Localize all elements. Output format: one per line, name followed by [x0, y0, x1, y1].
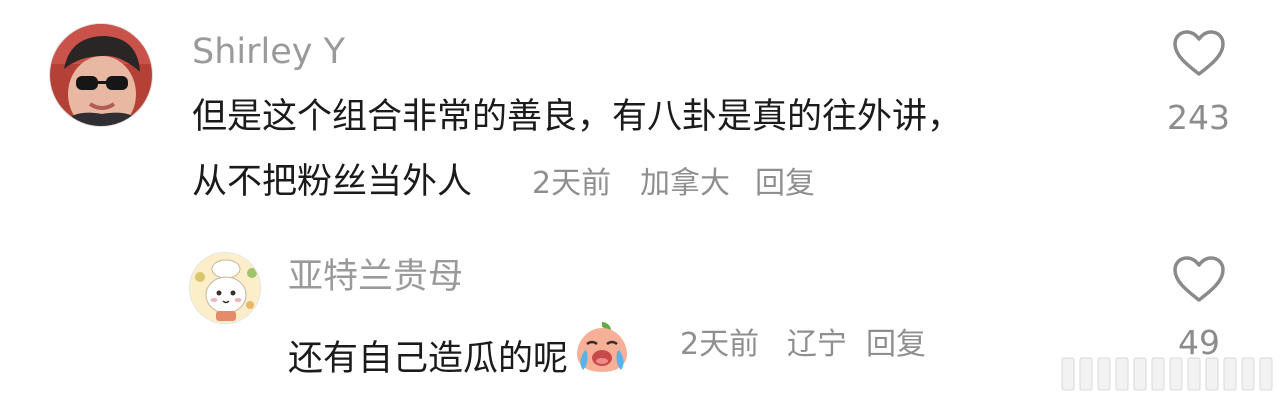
like-button[interactable] — [1172, 30, 1226, 82]
comment-location: 辽宁 — [787, 327, 847, 362]
comment-location: 加拿大 — [640, 166, 730, 201]
comment-username[interactable]: 亚特兰贵母 — [288, 260, 463, 295]
weibo-watermark-icon — [1061, 357, 1273, 391]
reply-button[interactable]: 回复 — [755, 169, 815, 199]
heart-outline-icon — [1173, 256, 1225, 302]
avatar-woman-sunglasses-icon — [50, 24, 152, 126]
heart-outline-icon — [1173, 30, 1225, 76]
comment-text: 还有自己造瓜的呢 — [288, 339, 569, 379]
avatar[interactable] — [189, 252, 261, 324]
avatar[interactable] — [49, 23, 153, 127]
comment-text-line: 从不把粉丝当外人 — [192, 162, 473, 202]
comment-time: 2天前 — [532, 166, 612, 201]
avatar-cartoon-chef-bunny-icon — [190, 253, 260, 323]
reply-button[interactable]: 回复 — [866, 330, 926, 360]
crying-peach-emoji-icon — [577, 322, 628, 372]
like-count: 243 — [1167, 98, 1230, 137]
comment-time: 2天前 — [680, 327, 760, 362]
comment-text-line: 但是这个组合非常的善良，有八卦是真的往外讲， — [192, 97, 963, 137]
comment-username[interactable]: Shirley Y — [192, 35, 345, 70]
comment-text-row: 还有自己造瓜的呢 — [288, 318, 631, 379]
like-button[interactable] — [1172, 256, 1226, 308]
